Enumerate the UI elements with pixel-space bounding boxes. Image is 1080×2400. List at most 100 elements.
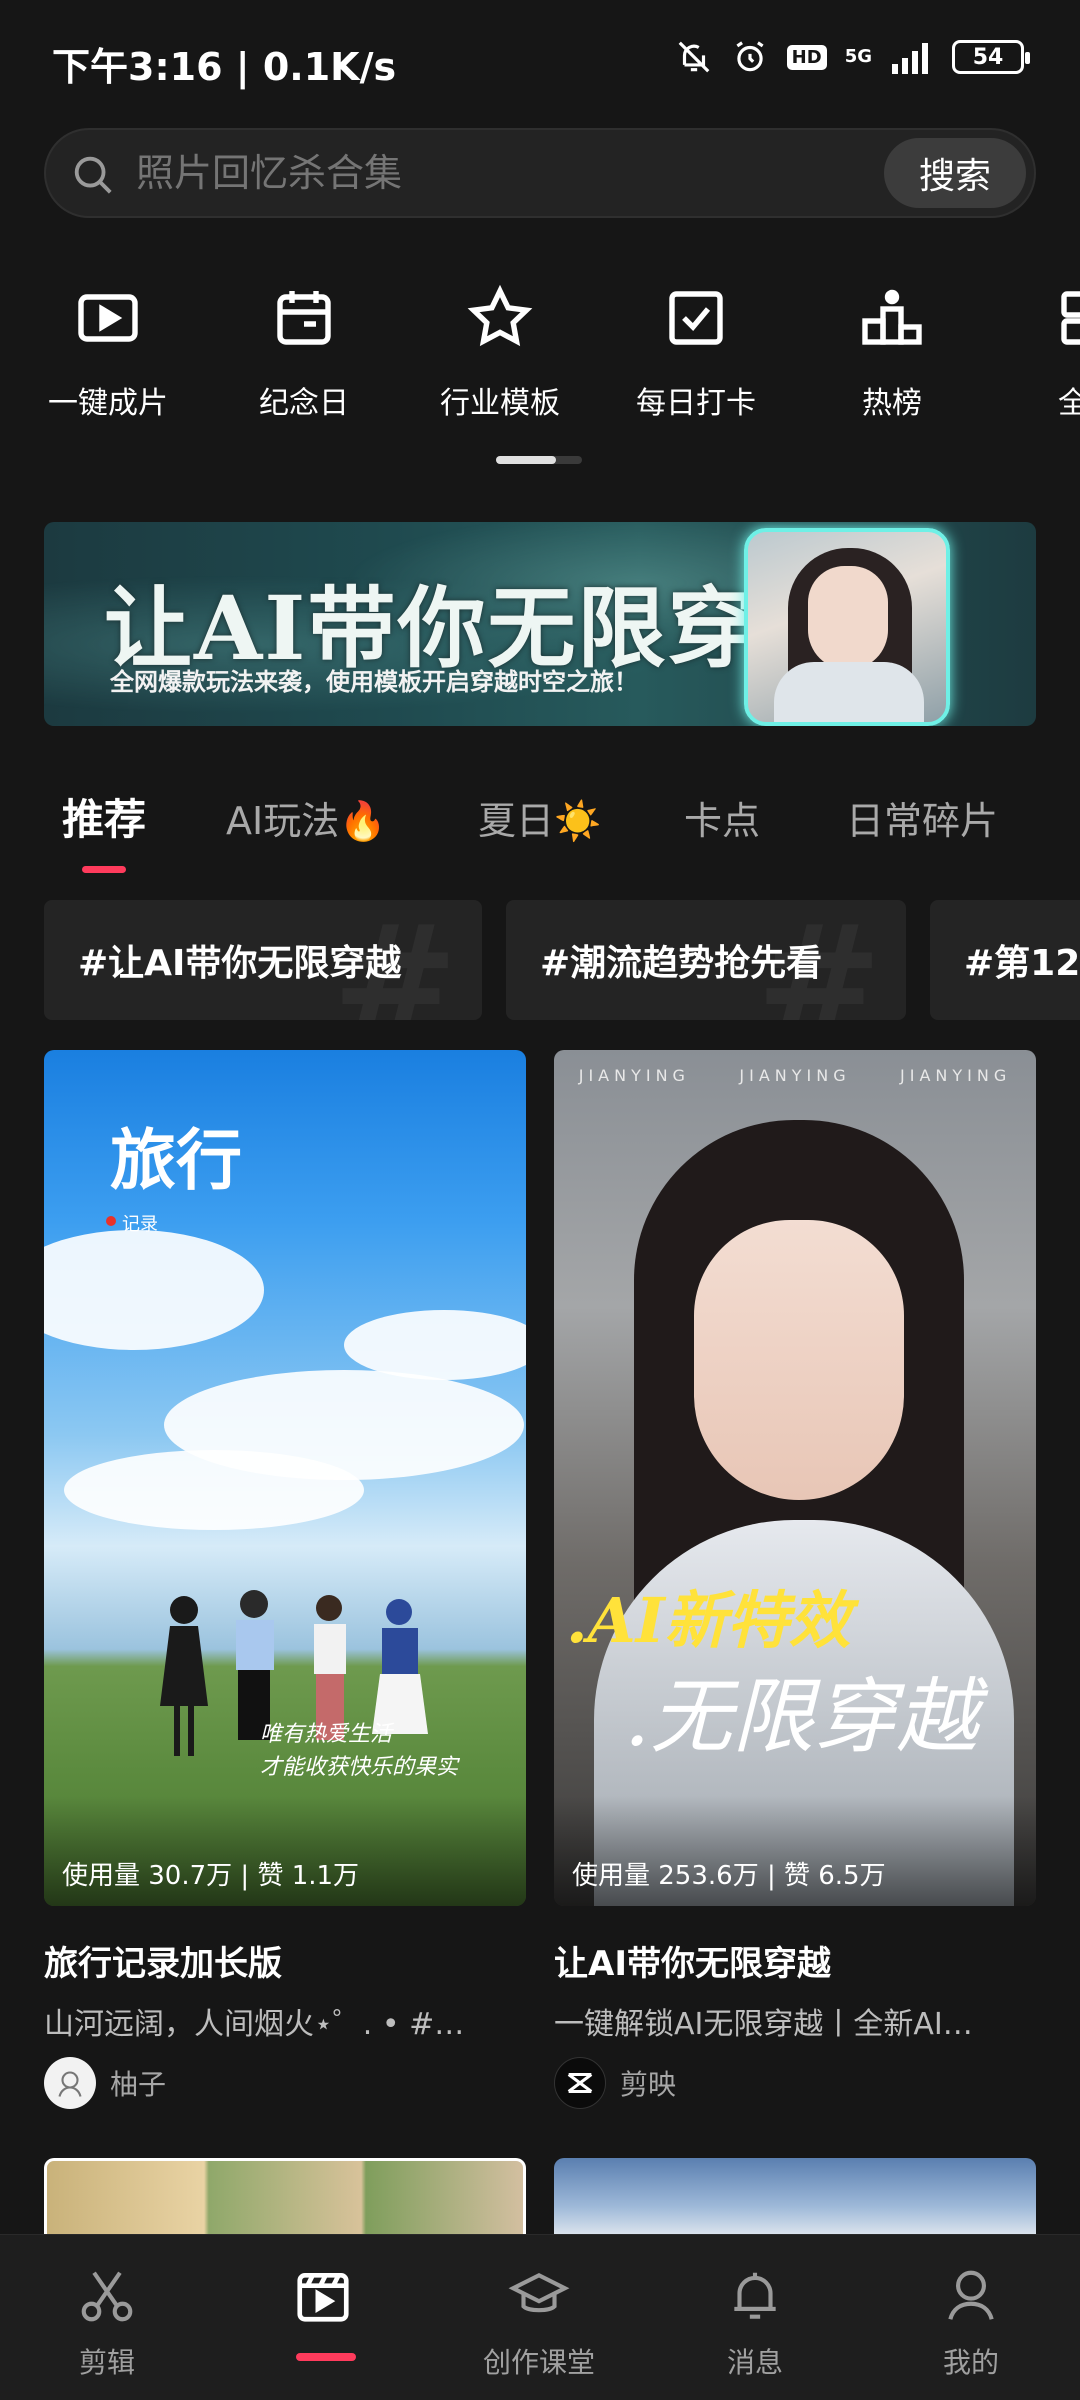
nav-label: 剪辑	[78, 2346, 135, 2379]
status-bar: 下午3:16 | 0.1K/s HD 5G 54	[0, 0, 1080, 120]
nav-profile[interactable]: 我的	[896, 2265, 1046, 2381]
template-card[interactable]: 旅行 记录 唯有热爱生活 才能收获快乐的果实 使用量 30.7万 | 赞 1.1万…	[44, 1050, 526, 2109]
cloud	[44, 1230, 264, 1350]
shortcut-scroll-indicator	[496, 456, 582, 464]
alarm-icon	[736, 41, 764, 72]
nav-active-indicator	[296, 2353, 356, 2361]
tab-summer[interactable]: 夏日☀️	[478, 790, 601, 845]
nav-edit[interactable]: 剪辑	[32, 2265, 182, 2381]
user-icon	[948, 2270, 994, 2320]
shortcut-label: 一键成片	[48, 386, 168, 421]
shortcut-label: 行业模板	[440, 386, 560, 421]
card-thumbnail: 旅行 记录 唯有热爱生活 才能收获快乐的果实 使用量 30.7万 | 赞 1.1万	[44, 1050, 526, 1906]
shortcut-row: 一键成片 纪念日 行业模板 每日打卡 热榜 全部	[0, 282, 1080, 432]
battery-level: 54	[972, 44, 1004, 70]
card-description: 一键解锁AI无限穿越丨全新AI…	[554, 2007, 973, 2042]
nav-label: 我的	[942, 2346, 999, 2379]
shortcut-hot-list[interactable]: 热榜	[802, 282, 982, 422]
nav-templates[interactable]	[248, 2265, 398, 2327]
stats-overlay: 使用量 253.6万 | 赞 6.5万	[554, 1796, 1036, 1906]
grid-icon	[1061, 291, 1080, 345]
hashtag-chip[interactable]: # #潮流趋势抢先看	[506, 900, 906, 1020]
search-icon	[74, 156, 112, 194]
thumbnail-subtitle: 记录	[122, 1214, 158, 1235]
bell-muted-icon	[678, 41, 710, 73]
shortcut-industry-templates[interactable]: 行业模板	[410, 282, 590, 422]
search-bar[interactable]: 搜索	[44, 128, 1036, 218]
template-card[interactable]: JIANYING JIANYING JIANYING .AI新特效 .无限穿越 …	[554, 1050, 1036, 2109]
sketch-avatar-icon	[58, 2071, 82, 2097]
hashtag-label: #让AI带你无限穿越	[78, 943, 402, 984]
shortcut-anniversary[interactable]: 纪念日	[214, 282, 394, 422]
hashtag-chip[interactable]: # #让AI带你无限穿越	[44, 900, 482, 1020]
tab-beat-sync[interactable]: 卡点	[684, 790, 760, 845]
promo-banner[interactable]: 让AI带你无限穿越 全网爆款玩法来袭，使用模板开启穿越时空之旅！	[44, 522, 1036, 726]
podium-icon	[862, 289, 922, 345]
thumbnail-caption: 唯有热爱生活 才能收获快乐的果实	[260, 1718, 458, 1784]
avatar	[554, 2057, 606, 2109]
hashtag-label: #第125	[964, 943, 1080, 984]
shortcut-label: 纪念日	[259, 386, 349, 421]
search-input[interactable]	[136, 130, 916, 216]
search-button[interactable]: 搜索	[884, 138, 1026, 208]
nav-label: 消息	[726, 2346, 783, 2379]
nav-creator-class[interactable]: 创作课堂	[464, 2265, 614, 2381]
network-type: 5G	[844, 46, 872, 67]
active-tab-indicator	[82, 866, 126, 873]
template-icon	[297, 2273, 349, 2322]
scroll-thumb	[496, 456, 556, 464]
bottom-nav: 剪辑 创作课堂 消息 我的	[0, 2234, 1080, 2400]
portrait-face	[694, 1220, 904, 1500]
hashtag-chip[interactable]: #第125	[930, 900, 1080, 1020]
thumbnail-title: 旅行	[110, 1121, 242, 1199]
capcut-logo-icon	[567, 2072, 593, 2094]
author-name: 剪映	[620, 2068, 677, 2101]
card-thumbnail-partial[interactable]	[44, 2158, 526, 2238]
star-icon	[467, 284, 533, 347]
usage-stats: 使用量 253.6万 | 赞 6.5万	[572, 1861, 886, 1891]
watermark-text: JIANYING	[578, 1066, 690, 1085]
stats-overlay: 使用量 30.7万 | 赞 1.1万	[44, 1796, 526, 1906]
card-thumbnail-partial[interactable]	[554, 2158, 1036, 2238]
hd-badge: HD	[786, 44, 827, 70]
shortcut-label: 全部	[1058, 386, 1080, 421]
shortcut-all[interactable]: 全部	[998, 282, 1080, 422]
avatar	[44, 2057, 96, 2109]
usage-stats: 使用量 30.7万 | 赞 1.1万	[62, 1861, 360, 1891]
cloud	[64, 1450, 364, 1530]
category-tabs: 推荐 AI玩法🔥 夏日☀️ 卡点 日常碎片	[0, 790, 1080, 870]
card-author[interactable]: 柚子	[44, 2057, 526, 2109]
author-name: 柚子	[110, 2068, 167, 2101]
banner-portrait	[744, 528, 950, 726]
checkbox-icon	[669, 291, 723, 345]
nav-messages[interactable]: 消息	[680, 2265, 830, 2381]
scissors-icon	[81, 2271, 133, 2322]
tab-daily-fragments[interactable]: 日常碎片	[846, 790, 998, 845]
signal-icon	[892, 43, 928, 74]
thumbnail-headline: .无限穿越	[624, 1670, 979, 1765]
caption-line: 才能收获快乐的果实	[260, 1755, 459, 1780]
tab-recommended[interactable]: 推荐	[62, 786, 146, 847]
card-description: 山河远阔，人间烟火⋆゜. • #…	[44, 2007, 465, 2042]
graduation-cap-icon	[508, 2273, 570, 2313]
bell-icon	[734, 2272, 776, 2319]
battery-icon: 54	[952, 40, 1030, 74]
status-icons: HD 5G 54	[675, 38, 1030, 76]
portrait-face	[808, 566, 888, 670]
calendar-icon	[277, 291, 331, 345]
status-time-speed: 下午3:16 | 0.1K/s	[52, 45, 397, 89]
red-dot	[106, 1216, 116, 1226]
watermark-text: JIANYING	[900, 1066, 1012, 1085]
card-thumbnail: JIANYING JIANYING JIANYING .AI新特效 .无限穿越 …	[554, 1050, 1036, 1906]
tab-ai-play[interactable]: AI玩法🔥	[226, 790, 387, 845]
card-author[interactable]: 剪映	[554, 2057, 1036, 2109]
play-square-icon	[78, 294, 138, 342]
nav-label: 创作课堂	[482, 2346, 595, 2379]
shortcut-label: 热榜	[862, 386, 922, 421]
watermark-row: JIANYING JIANYING JIANYING	[554, 1066, 1036, 1085]
cloud	[344, 1310, 526, 1380]
thumbnail-headline: .AI新特效	[566, 1584, 851, 1657]
shortcut-label: 每日打卡	[636, 386, 756, 421]
shortcut-daily-checkin[interactable]: 每日打卡	[606, 282, 786, 422]
shortcut-one-click[interactable]: 一键成片	[18, 282, 198, 422]
